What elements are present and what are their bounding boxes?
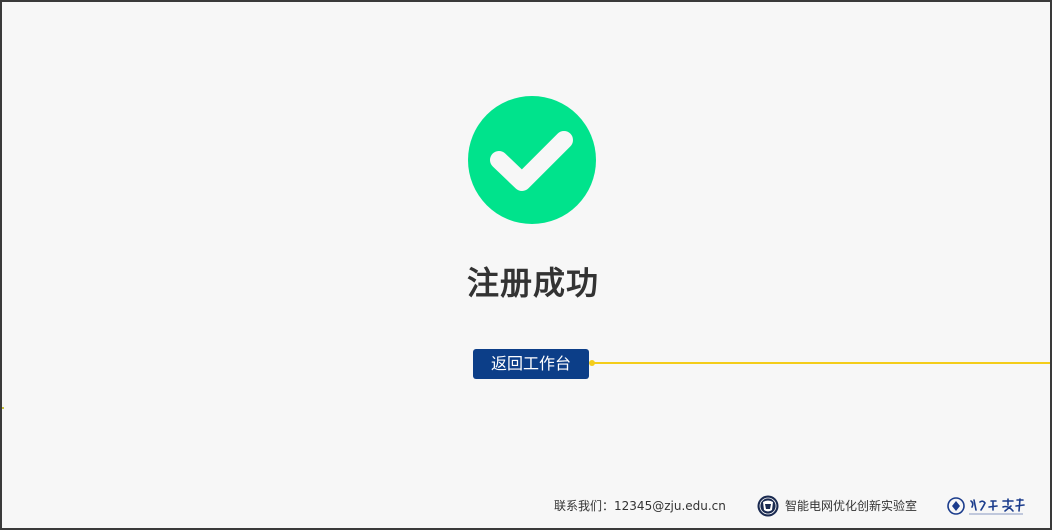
return-workbench-button[interactable]: 返回工作台 bbox=[473, 349, 589, 379]
contact-email: 12345@zju.edu.cn bbox=[614, 499, 726, 513]
lab-logo-icon bbox=[757, 495, 779, 517]
annotation-connector-dot bbox=[589, 360, 595, 366]
zhejiang-university-logo bbox=[947, 495, 1027, 517]
footer: 联系我们：12345@zju.edu.cn 智能电网优化创新实验室 bbox=[2, 494, 1050, 518]
contact-label: 联系我们 bbox=[554, 499, 603, 513]
lab-name: 智能电网优化创新实验室 bbox=[785, 499, 918, 513]
contact-separator: ： bbox=[602, 499, 615, 513]
success-check-icon bbox=[468, 96, 596, 224]
page-frame: 注册成功 返回工作台 联系我们：12345@zju.edu.cn 智能电网优化创… bbox=[2, 2, 1050, 528]
footer-contact: 联系我们：12345@zju.edu.cn bbox=[554, 494, 726, 518]
edge-marker bbox=[2, 407, 4, 409]
annotation-connector-line bbox=[592, 362, 1050, 364]
page-title: 注册成功 bbox=[466, 264, 599, 302]
